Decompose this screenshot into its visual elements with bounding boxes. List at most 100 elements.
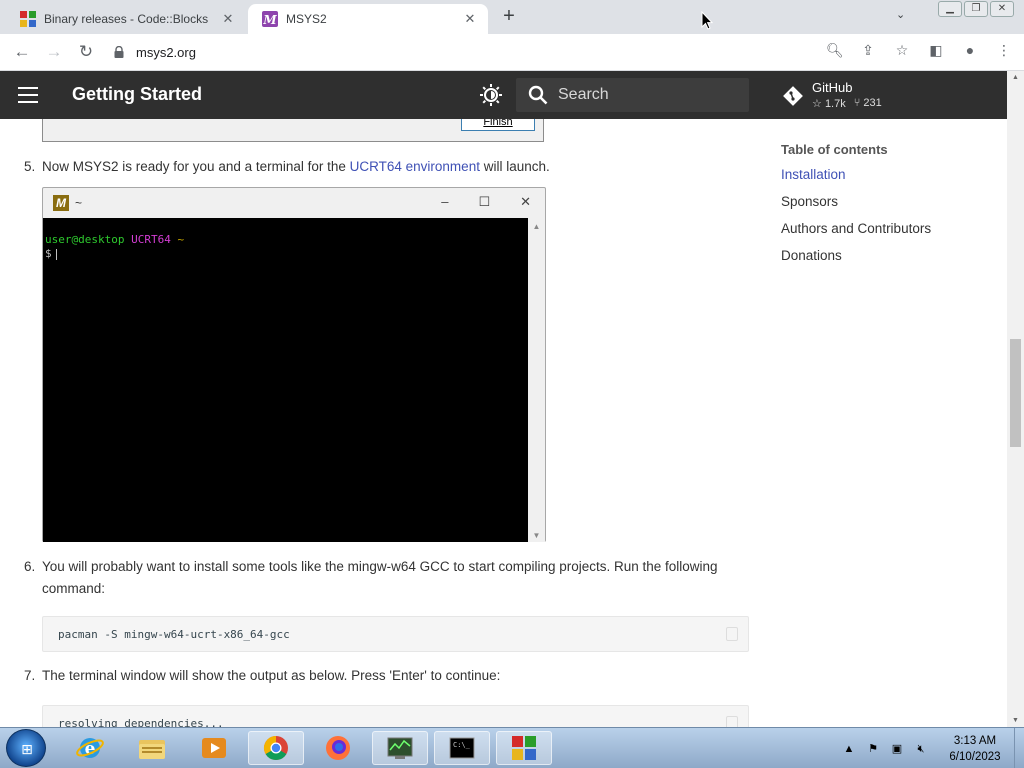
taskbar-media-player[interactable]	[186, 731, 242, 765]
step-text: command:	[42, 581, 106, 596]
windows-logo-icon: ⊞	[21, 741, 33, 757]
minimize-button[interactable]: ▁	[938, 1, 962, 17]
git-icon	[783, 86, 803, 106]
toc-item-donations[interactable]: Donations	[781, 247, 991, 274]
copy-icon[interactable]	[726, 627, 738, 641]
repo-stars: ☆ 1.7k	[812, 97, 846, 110]
side-panel-icon[interactable]: ◧	[928, 42, 944, 58]
terminal-env: UCRT64	[131, 233, 171, 246]
step-5: 5. Now MSYS2 is ready for you and a termi…	[24, 156, 550, 178]
terminal-window-screenshot: M ~ – ☐ ✕ user@desktop UCRT64 ~ $ ▲ ▼	[42, 187, 546, 542]
close-window-button[interactable]: ✕	[990, 1, 1014, 17]
taskbar-internet-explorer[interactable]: e	[62, 731, 118, 765]
terminal-scrollbar: ▲ ▼	[528, 218, 545, 542]
address-bar[interactable]: msys2.org	[110, 38, 920, 66]
ucrt64-environment-link[interactable]: UCRT64 environment	[350, 159, 480, 174]
tab-search-chevron-icon[interactable]: ⌄	[896, 8, 905, 21]
codeblocks-icon	[20, 11, 36, 27]
svg-text:C:\_: C:\_	[453, 741, 471, 749]
msys2-icon: M	[262, 11, 278, 27]
menu-icon[interactable]	[18, 87, 38, 103]
internet-explorer-icon: e	[76, 738, 104, 759]
scroll-up-icon[interactable]: ▲	[1007, 74, 1024, 81]
finish-button: Finish	[461, 119, 535, 131]
reload-button[interactable]: ↻	[76, 42, 96, 62]
terminal-close-icon: ✕	[520, 194, 531, 209]
github-repo-link[interactable]: GitHub ☆ 1.7k ⑂ 231	[782, 80, 882, 110]
network-icon[interactable]: ▣	[890, 742, 904, 756]
site-search[interactable]	[516, 78, 749, 112]
toc-item-sponsors[interactable]: Sponsors	[781, 193, 991, 220]
volume-muted-icon[interactable]: 🔇︎	[914, 742, 928, 756]
step-text: Now MSYS2 is ready for you and a termina…	[42, 159, 350, 174]
toc-item-installation[interactable]: Installation	[781, 166, 991, 193]
terminal-prompt: $	[45, 247, 52, 260]
zoom-search-icon[interactable]: 🔍︎	[826, 42, 844, 58]
page-scrollbar[interactable]: ▲ ▼	[1007, 71, 1024, 727]
media-player-icon	[202, 738, 226, 758]
star-icon: ☆	[812, 98, 822, 110]
taskbar-clock[interactable]: 3:13 AM 6/10/2023	[940, 733, 1010, 765]
code-block[interactable]: pacman -S mingw-w64-ucrt-x86_64-gcc	[42, 616, 749, 652]
mouse-cursor-icon	[701, 11, 713, 30]
profile-avatar-icon[interactable]: ●	[962, 42, 978, 58]
code-text: pacman -S mingw-w64-ucrt-x86_64-gcc	[58, 628, 290, 641]
action-center-flag-icon[interactable]: ⚑	[866, 742, 880, 756]
search-input[interactable]	[558, 86, 738, 104]
restore-button[interactable]: ❐	[964, 1, 988, 17]
taskbar-firefox[interactable]	[310, 731, 366, 765]
terminal-titlebar: M ~ – ☐ ✕	[43, 188, 545, 218]
tab-title: Binary releases - Code::Blocks	[44, 12, 209, 26]
terminal-maximize-icon: ☐	[478, 194, 491, 209]
taskbar-file-explorer[interactable]	[124, 731, 180, 765]
terminal-path: ~	[177, 233, 185, 246]
main-content: Finish 5. Now MSYS2 is ready for you and …	[0, 119, 1007, 727]
windows-taskbar: ⊞ e C:\_ ▲ ⚑ ▣ 🔇︎ 3:13 AM 6/10/2023	[0, 727, 1024, 768]
share-icon[interactable]: ⇪	[860, 42, 876, 58]
tab-msys2[interactable]: M MSYS2 ✕	[248, 4, 488, 34]
step-number: 7.	[24, 668, 36, 683]
code-block[interactable]: resolving dependencies...	[42, 705, 749, 727]
toc-item-authors[interactable]: Authors and Contributors	[781, 220, 991, 247]
more-menu-icon[interactable]: ⋮	[996, 42, 1012, 58]
taskbar-chrome[interactable]	[248, 731, 304, 765]
step-text: The terminal window will show the output…	[42, 668, 501, 683]
bookmark-star-icon[interactable]: ☆	[894, 42, 910, 58]
terminal-cursor	[55, 248, 57, 260]
url-text: msys2.org	[136, 44, 196, 60]
taskbar-system-monitor[interactable]	[372, 731, 428, 765]
show-hidden-icons-icon[interactable]: ▲	[842, 742, 856, 756]
forward-button[interactable]: →	[44, 42, 64, 62]
system-monitor-icon	[387, 737, 413, 759]
clock-time: 3:13 AM	[953, 735, 997, 747]
theme-toggle-icon[interactable]	[480, 84, 502, 106]
window-controls: ▁ ❐ ✕	[938, 1, 1014, 17]
new-tab-button[interactable]: +	[498, 6, 520, 28]
tab-codeblocks[interactable]: Binary releases - Code::Blocks ✕	[6, 4, 246, 34]
back-button[interactable]: ←	[12, 42, 32, 62]
chrome-icon	[263, 736, 288, 761]
taskbar-codeblocks[interactable]	[496, 731, 552, 765]
close-tab-icon[interactable]: ✕	[220, 11, 236, 27]
repo-forks: ⑂ 231	[854, 97, 882, 110]
fork-count: 231	[863, 97, 882, 109]
command-prompt-icon: C:\_	[449, 737, 475, 759]
start-button[interactable]: ⊞	[6, 729, 46, 767]
firefox-icon	[326, 736, 350, 760]
scrollbar-thumb[interactable]	[1010, 339, 1021, 447]
browser-toolbar: ← → ↻ msys2.org 🔍︎ ⇪ ☆ ◧ ● ⋮	[0, 34, 1024, 71]
scroll-down-icon[interactable]: ▼	[1007, 717, 1024, 724]
system-tray: ▲ ⚑ ▣ 🔇︎	[842, 728, 928, 768]
step-number: 5.	[24, 159, 36, 174]
step-text: will launch.	[479, 159, 550, 174]
installer-screenshot-bottom: Finish	[42, 119, 544, 142]
mintty-icon: M	[53, 195, 69, 211]
close-tab-icon[interactable]: ✕	[462, 11, 478, 27]
show-desktop-button[interactable]	[1014, 728, 1024, 768]
taskbar-command-prompt[interactable]: C:\_	[434, 731, 490, 765]
copy-icon[interactable]	[726, 716, 738, 727]
code-text: resolving dependencies...	[58, 717, 224, 727]
site-header: Getting Started GitHub ☆ 1.7k ⑂ 231	[0, 71, 1007, 119]
clock-date: 6/10/2023	[949, 751, 1001, 763]
tab-strip: Binary releases - Code::Blocks ✕ M MSYS2…	[0, 0, 1024, 34]
